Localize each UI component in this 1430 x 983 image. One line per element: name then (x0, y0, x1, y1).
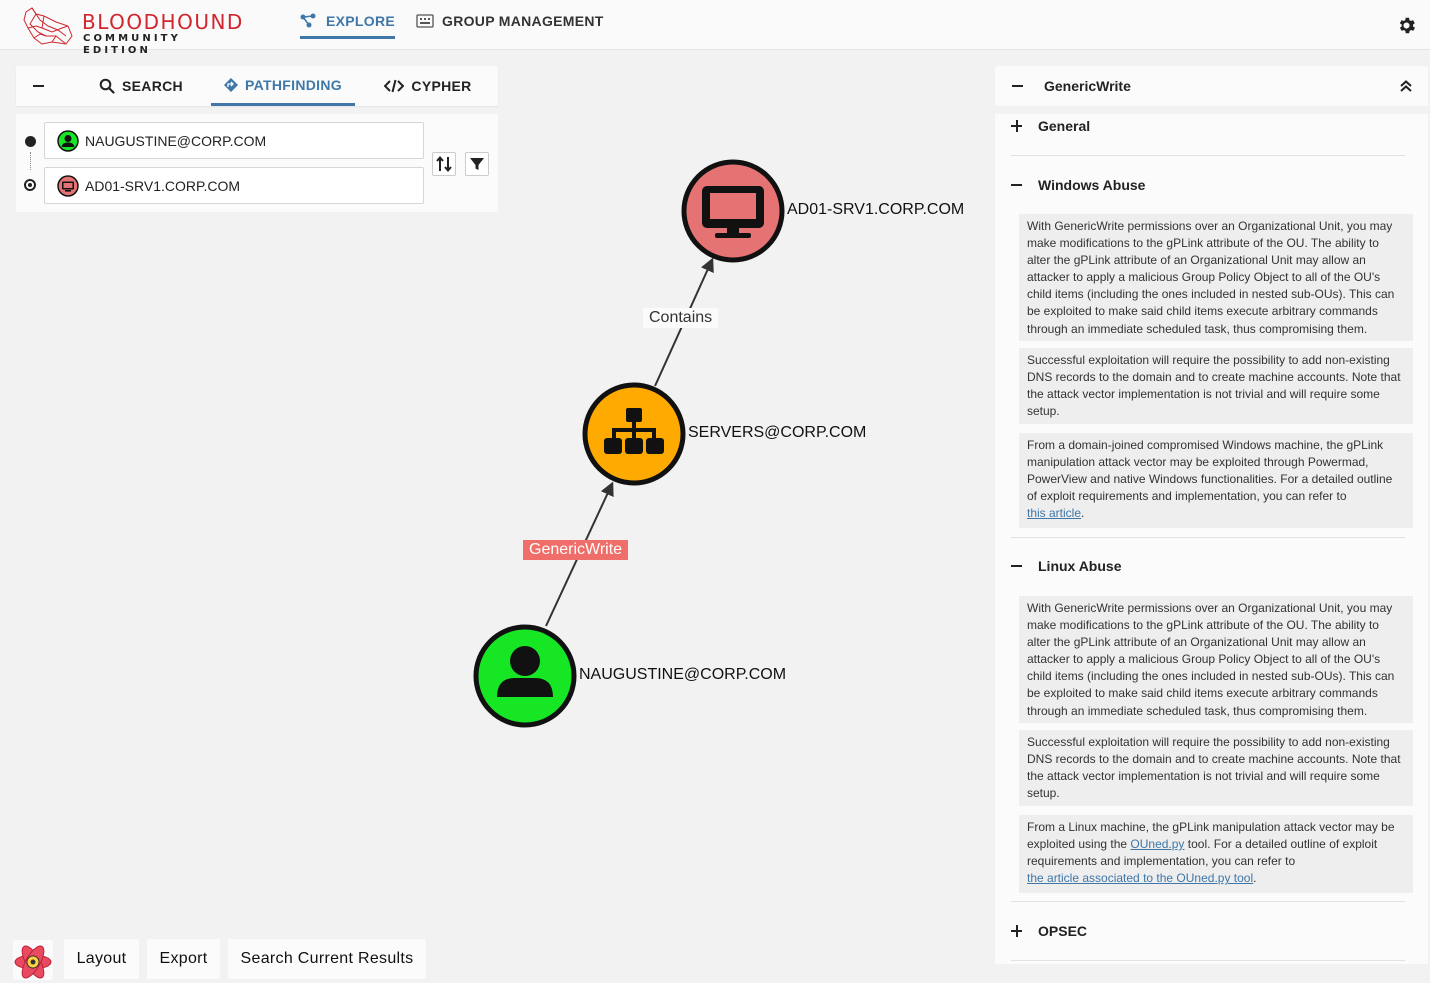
edge-label-genericwrite[interactable]: GenericWrite (523, 540, 629, 560)
node-user[interactable] (473, 624, 577, 728)
node-label-computer: AD01-SRV1.CORP.COM (787, 201, 965, 218)
section-windows-abuse-label: Windows Abuse (1038, 177, 1146, 193)
windows-abuse-paragraph: With GenericWrite permissions over an Or… (1019, 214, 1413, 341)
expand-icon (1011, 925, 1023, 937)
tab-search[interactable]: SEARCH (88, 66, 194, 106)
linux-abuse-paragraph-with-links: From a Linux machine, the gPLink manipul… (1019, 815, 1413, 893)
edge-info-body: General Windows Abuse With GenericWrite … (995, 114, 1428, 964)
windows-abuse-paragraph: Successful exploitation will require the… (1019, 348, 1413, 424)
node-ou[interactable] (582, 382, 686, 486)
layout-button[interactable]: Layout (64, 939, 139, 979)
linux-abuse-paragraph: Successful exploitation will require the… (1019, 730, 1413, 806)
tab-pathfinding[interactable]: PATHFINDING (211, 66, 355, 106)
bloodhound-logo[interactable]: BLOODHOUND COMMUNITY EDITION (22, 6, 244, 56)
double-chevron-up-icon[interactable] (1398, 78, 1414, 94)
windows-abuse-text: From a domain-joined compromised Windows… (1027, 438, 1393, 504)
divider (1011, 537, 1405, 538)
react-devtools-icon[interactable] (13, 940, 53, 980)
section-linux-abuse[interactable]: Linux Abuse (995, 554, 1428, 582)
section-windows-abuse[interactable]: Windows Abuse (995, 173, 1428, 201)
collapse-icon (1011, 560, 1023, 572)
explore-icon (300, 13, 316, 28)
divider (1011, 960, 1405, 961)
node-label-user: NAUGUSTINE@CORP.COM (579, 666, 787, 683)
node-label-ou: SERVERS@CORP.COM (688, 424, 867, 441)
brand-title: BLOODHOUND (82, 10, 244, 34)
ouned-article-link[interactable]: the article associated to the OUned.py t… (1027, 871, 1253, 885)
divider (1011, 155, 1405, 156)
edge-info-title: GenericWrite (1044, 78, 1131, 94)
nav-tab-group-management[interactable]: GROUP MANAGEMENT (416, 13, 604, 39)
section-opsec[interactable]: OPSEC (995, 919, 1428, 947)
expand-icon (1011, 120, 1023, 132)
this-article-link[interactable]: this article (1027, 506, 1081, 520)
divider (1011, 901, 1405, 902)
section-opsec-label: OPSEC (1038, 923, 1088, 939)
tab-pathfinding-label: PATHFINDING (245, 76, 342, 93)
tab-cypher[interactable]: CYPHER (372, 66, 484, 106)
path-connector (30, 152, 31, 170)
start-node-value: NAUGUSTINE@CORP.COM (85, 132, 267, 149)
pathfinding-box: NAUGUSTINE@CORP.COM AD01-SRV1.CORP.COM (16, 114, 498, 212)
code-icon (384, 79, 405, 93)
end-node-value: AD01-SRV1.CORP.COM (85, 177, 241, 194)
end-node-target-icon (24, 179, 36, 191)
section-general[interactable]: General (995, 114, 1428, 142)
swap-nodes-button[interactable] (432, 152, 456, 176)
computer-node-icon (57, 174, 79, 197)
search-panel-tabs: SEARCH PATHFINDING CYPHER (16, 66, 498, 106)
collapse-edge-info-button[interactable] (1007, 76, 1027, 96)
path-filter-button[interactable] (465, 152, 489, 176)
user-node-icon (57, 129, 79, 152)
linux-abuse-paragraph: With GenericWrite permissions over an Or… (1019, 596, 1413, 723)
tab-cypher-label: CYPHER (411, 78, 472, 94)
collapse-icon (1011, 179, 1023, 191)
group-management-icon (416, 14, 434, 28)
nav-tab-explore[interactable]: EXPLORE (300, 13, 396, 39)
edge-label-contains[interactable]: Contains (643, 308, 719, 328)
ouned-tool-link[interactable]: OUned.py (1130, 837, 1184, 851)
nav-explore-label: EXPLORE (326, 13, 396, 29)
windows-abuse-paragraph-with-link: From a domain-joined compromised Windows… (1019, 433, 1413, 528)
swap-arrows-icon (436, 155, 452, 173)
collapse-panel-button[interactable] (28, 76, 48, 96)
top-bar: BLOODHOUND COMMUNITY EDITION EXPLORE GRO… (0, 0, 1430, 56)
tab-search-label: SEARCH (122, 78, 183, 94)
nav-group-management-label: GROUP MANAGEMENT (442, 13, 604, 29)
filter-icon (470, 158, 484, 170)
search-current-results-button[interactable]: Search Current Results (228, 939, 426, 979)
section-linux-abuse-label: Linux Abuse (1038, 558, 1122, 574)
bloodhound-dog-icon (23, 7, 73, 45)
section-general-label: General (1038, 118, 1091, 134)
search-icon (99, 78, 115, 94)
settings-gear-icon[interactable] (1396, 15, 1417, 36)
export-button[interactable]: Export (147, 939, 220, 979)
edge-info-header: GenericWrite (995, 66, 1428, 106)
pathfinding-icon (224, 77, 239, 92)
node-computer[interactable] (681, 159, 785, 263)
end-node-field[interactable]: AD01-SRV1.CORP.COM (44, 167, 424, 204)
start-node-field[interactable]: NAUGUSTINE@CORP.COM (44, 122, 424, 159)
start-node-marker-icon (25, 136, 36, 147)
